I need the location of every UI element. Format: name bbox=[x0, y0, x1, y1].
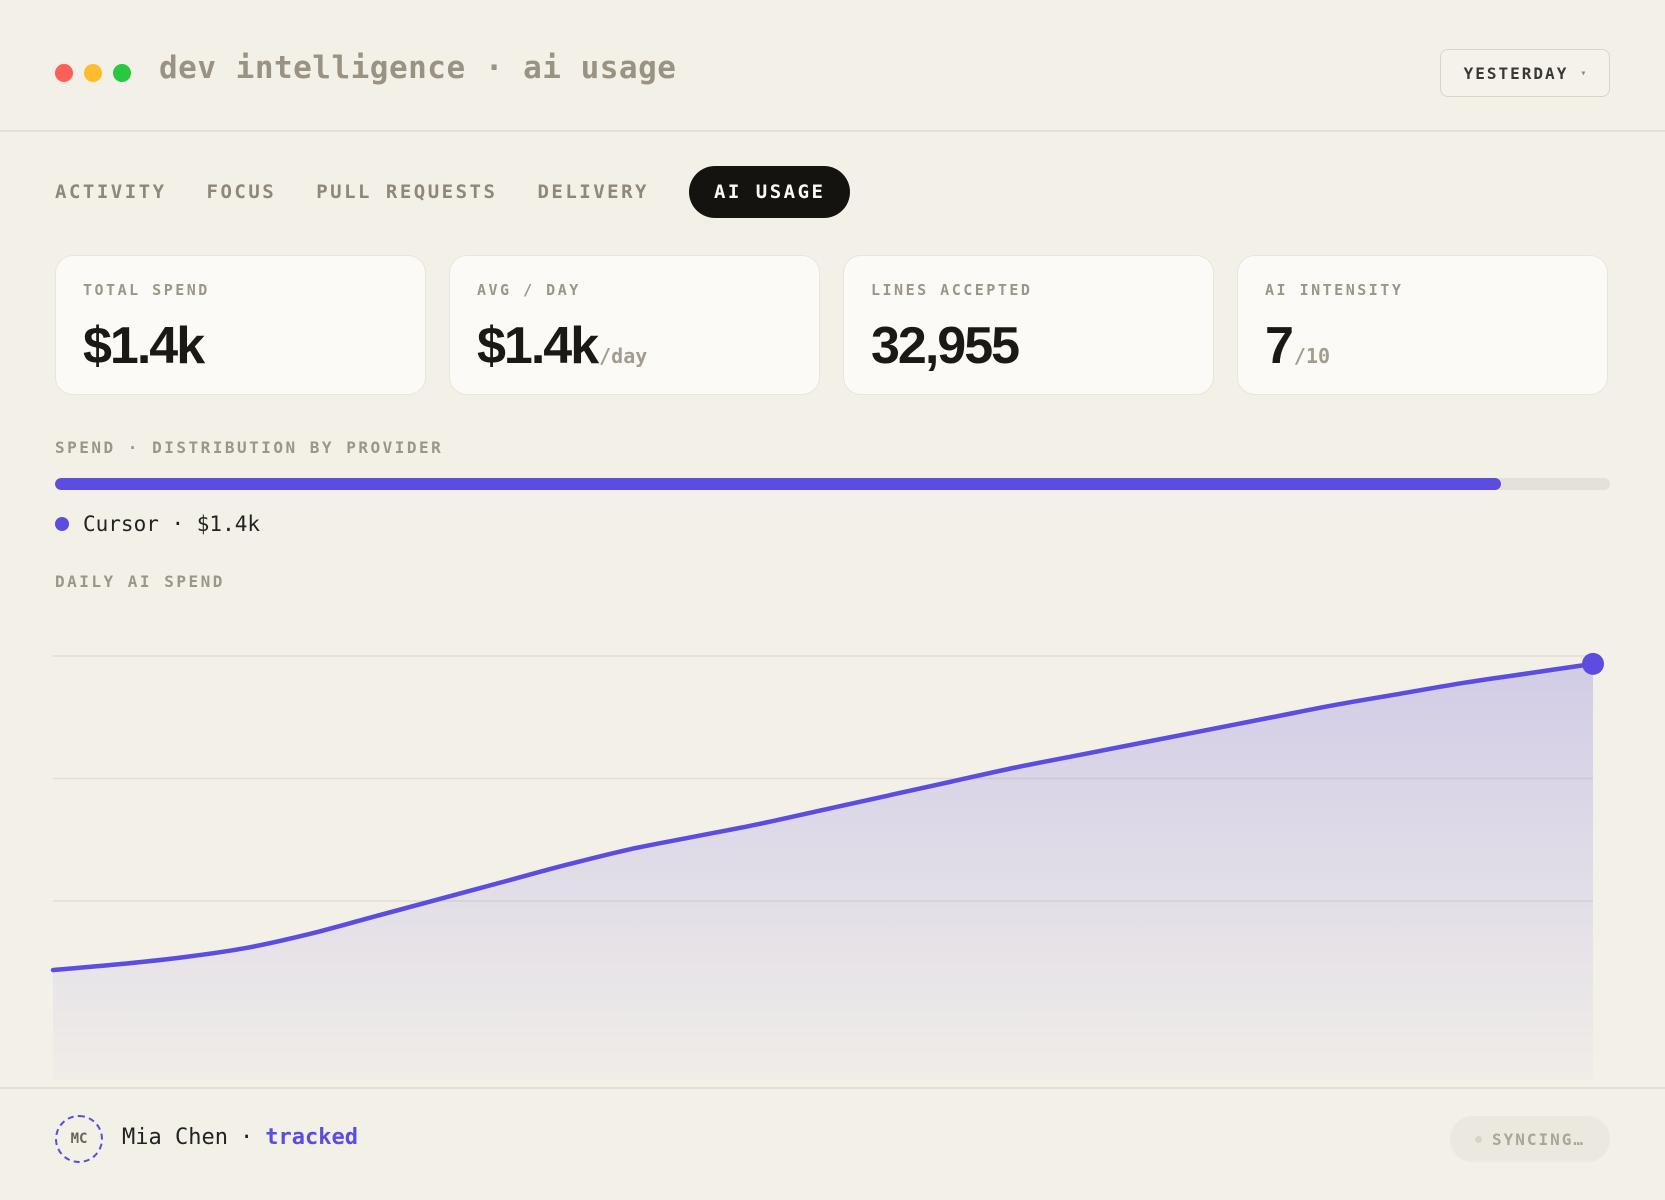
user-name: Mia Chen bbox=[122, 1125, 228, 1150]
chevron-down-icon: ▾ bbox=[1580, 67, 1587, 79]
window-controls bbox=[55, 64, 131, 82]
provider-share-cursor bbox=[55, 478, 1502, 490]
tracking-status: tracked bbox=[265, 1125, 358, 1150]
close-window-button[interactable] bbox=[55, 64, 73, 82]
date-range-dropdown[interactable]: YESTERDAY ▾ bbox=[1440, 49, 1610, 97]
kpi-card-total-spend: TOTAL SPEND $1.4k bbox=[55, 255, 426, 395]
user-info: Mia Chen · tracked bbox=[122, 1125, 358, 1150]
chart-area-fill bbox=[53, 663, 1593, 1080]
tab-focus[interactable]: FOCUS bbox=[207, 181, 277, 203]
app-title: dev intelligence · ai usage bbox=[159, 50, 677, 86]
kpi-value: $1.4k bbox=[83, 317, 205, 375]
kpi-card-avg-day: AVG / DAY $1.4k /day bbox=[449, 255, 820, 395]
kpi-label: AI INTENSITY bbox=[1265, 281, 1404, 299]
chart-points bbox=[1582, 652, 1604, 675]
legend-dot-cursor bbox=[55, 517, 69, 531]
kpi-card-ai-intensity: AI INTENSITY 7 /10 bbox=[1237, 255, 1608, 395]
sync-status-badge: SYNCING… bbox=[1450, 1116, 1610, 1162]
distribution-section-label: SPEND · DISTRIBUTION BY PROVIDER bbox=[55, 438, 444, 457]
provider-legend: Cursor · $1.4k bbox=[55, 512, 260, 536]
tab-delivery[interactable]: DELIVERY bbox=[537, 181, 649, 203]
maximize-window-button[interactable] bbox=[113, 64, 131, 82]
kpi-unit: /10 bbox=[1293, 344, 1331, 368]
minimize-window-button[interactable] bbox=[84, 64, 102, 82]
kpi-value: $1.4k bbox=[477, 317, 599, 375]
sync-indicator-icon bbox=[1474, 1135, 1482, 1143]
legend-item-cursor: Cursor · $1.4k bbox=[83, 512, 261, 536]
date-range-label: YESTERDAY bbox=[1463, 63, 1569, 83]
kpi-card-lines-accepted: LINES ACCEPTED 32,955 bbox=[843, 255, 1214, 395]
kpi-label: LINES ACCEPTED bbox=[871, 281, 1033, 299]
sync-status-label: SYNCING… bbox=[1491, 1129, 1586, 1149]
avatar[interactable]: MC bbox=[55, 1115, 103, 1163]
kpi-row: TOTAL SPEND $1.4k AVG / DAY $1.4k /day L… bbox=[55, 255, 1608, 395]
kpi-unit: /day bbox=[599, 344, 648, 368]
daily-spend-section-label: DAILY AI SPEND bbox=[55, 572, 225, 591]
daily-ai-spend-chart bbox=[50, 652, 1604, 1080]
kpi-label: TOTAL SPEND bbox=[83, 281, 210, 299]
tab-bar: ACTIVITY FOCUS PULL REQUESTS DELIVERY AI… bbox=[55, 166, 890, 218]
kpi-value: 32,955 bbox=[871, 317, 1020, 375]
kpi-label: AVG / DAY bbox=[477, 281, 581, 299]
tab-ai-usage[interactable]: AI USAGE bbox=[688, 166, 851, 218]
chart-point-latest[interactable] bbox=[1582, 652, 1604, 675]
tab-activity[interactable]: ACTIVITY bbox=[55, 181, 167, 203]
app-footer: MC Mia Chen · tracked SYNCING… bbox=[0, 1087, 1665, 1200]
kpi-value: 7 bbox=[1265, 317, 1294, 375]
provider-distribution-bar bbox=[55, 478, 1610, 490]
app-header: dev intelligence · ai usage YESTERDAY ▾ bbox=[0, 0, 1665, 132]
separator-dot: · bbox=[239, 1125, 254, 1150]
tab-pull-requests[interactable]: PULL REQUESTS bbox=[316, 181, 497, 203]
